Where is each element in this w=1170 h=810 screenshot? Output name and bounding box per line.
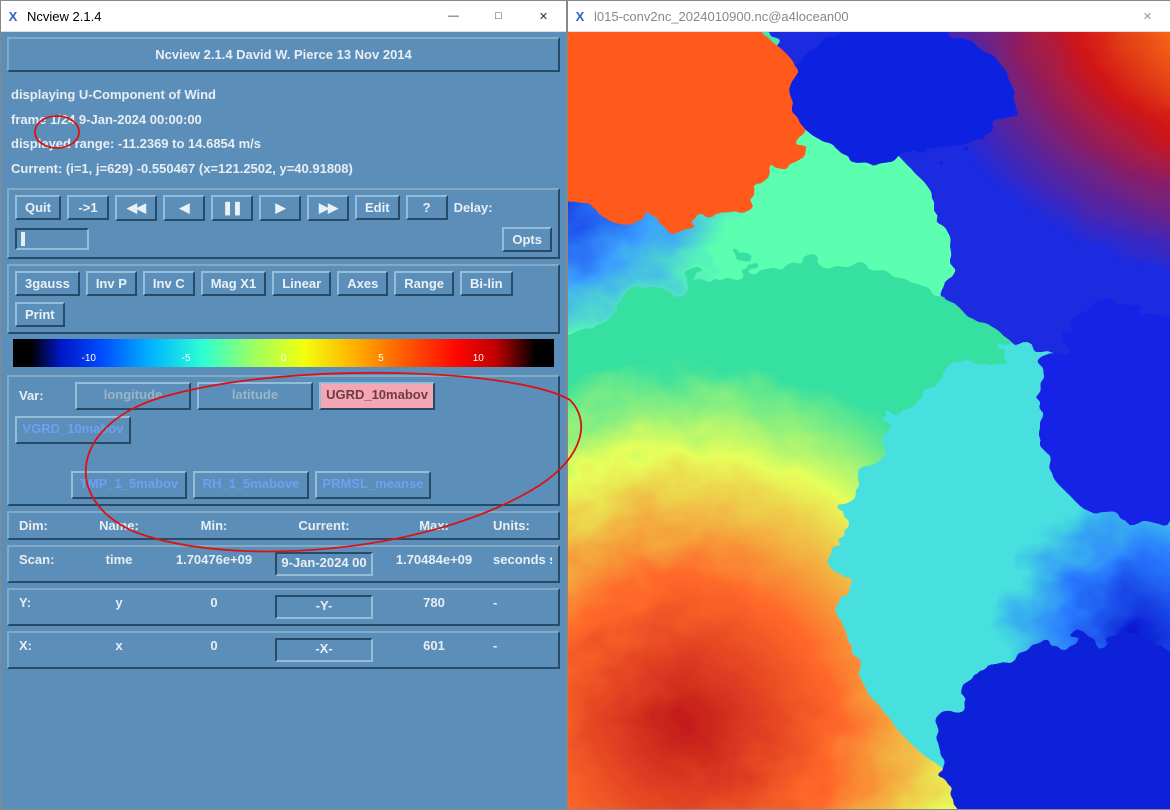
var-vgrd[interactable]: VGRD_10mabov [15,416,131,444]
delay-slider[interactable] [15,228,89,250]
viz-window: X l015-conv2nc_2024010900.nc@a4locean00 … [567,0,1170,810]
info-block: displaying U-Component of Wind frame 1/2… [7,77,560,188]
info-displaying: displaying U-Component of Wind [11,83,556,108]
info-current: Current: (i=1, j=629) -0.550467 (x=121.2… [11,157,556,182]
dim-scan-row: Scan: time 1.70476e+09 9-Jan-2024 00 1.7… [9,547,558,581]
var-prmsl[interactable]: PRMSL_meanse [315,471,431,499]
x11-icon: X [568,9,592,24]
var-latitude[interactable]: latitude [197,382,313,410]
step-back-button[interactable]: ◀ [163,195,205,221]
print-button[interactable]: Print [15,302,65,327]
app-header-text: Ncview 2.1.4 David W. Pierce 13 Nov 2014 [155,47,412,62]
opts-button[interactable]: Opts [502,227,552,252]
pause-button[interactable]: ❚❚ [211,195,253,221]
tools-toolbar: 3gauss Inv P Inv C Mag X1 Linear Axes Ra… [9,266,558,332]
viz-close-button[interactable]: ✕ [1125,2,1170,31]
dim-x-row: X: x 0 -X- 601 - [9,633,558,667]
dim-y-row: Y: y 0 -Y- 780 - [9,590,558,624]
var-rh[interactable]: RH_1_5mabove [193,471,309,499]
app-header: Ncview 2.1.4 David W. Pierce 13 Nov 2014 [7,37,560,72]
maximize-button[interactable]: □ [476,2,521,31]
colorbar[interactable]: -10 -5 0 5 10 [13,339,554,367]
var-panel: Var: longitude latitude UGRD_10mabov VGR… [7,375,560,506]
axes-button[interactable]: Axes [337,271,388,296]
playback-toolbar: Quit ->1 ◀◀ ◀ ❚❚ ▶ ▶▶ Edit ? Delay: Opts [9,190,558,257]
help-button[interactable]: ? [406,195,448,220]
y-current-input[interactable]: -Y- [275,595,373,619]
info-range: displayed range: -11.2369 to 14.6854 m/s [11,132,556,157]
quit-button[interactable]: Quit [15,195,61,220]
viz-canvas[interactable] [568,32,1170,809]
titlebar-viz[interactable]: X l015-conv2nc_2024010900.nc@a4locean00 … [568,1,1170,32]
edit-button[interactable]: Edit [355,195,400,220]
titlebar-main[interactable]: X Ncview 2.1.4 — □ ✕ [1,1,566,32]
var-longitude[interactable]: longitude [75,382,191,410]
close-button[interactable]: ✕ [521,2,566,31]
var-label: Var: [15,388,69,403]
fast-forward-button[interactable]: ▶▶ [307,195,349,221]
inv-c-button[interactable]: Inv C [143,271,195,296]
linear-button[interactable]: Linear [272,271,331,296]
rewind-button[interactable]: ◀◀ [115,195,157,221]
dim-header-row: Dim: Name: Min: Current: Max: Units: [9,513,558,538]
goto-1-button[interactable]: ->1 [67,195,109,220]
inv-p-button[interactable]: Inv P [86,271,137,296]
bilin-button[interactable]: Bi-lin [460,271,513,296]
mag-button[interactable]: Mag X1 [201,271,267,296]
var-tmp[interactable]: TMP_1_5mabov [71,471,187,499]
minimize-button[interactable]: — [431,2,476,31]
ncview-window: X Ncview 2.1.4 — □ ✕ Ncview 2.1.4 David … [0,0,567,810]
delay-label: Delay: [454,200,493,215]
window-title: Ncview 2.1.4 [25,9,431,24]
x-current-input[interactable]: -X- [275,638,373,662]
colormap-button[interactable]: 3gauss [15,271,80,296]
scan-current-input[interactable]: 9-Jan-2024 00 [275,552,373,576]
viz-window-title: l015-conv2nc_2024010900.nc@a4locean00 [592,9,1125,24]
info-frame: frame 1/24 9-Jan-2024 00:00:00 [11,108,556,133]
step-forward-button[interactable]: ▶ [259,195,301,221]
var-ugrd[interactable]: UGRD_10mabov [319,382,435,410]
x11-icon: X [1,9,25,24]
colorbar-ticks: -10 -5 0 5 10 [13,353,554,367]
range-button[interactable]: Range [394,271,454,296]
